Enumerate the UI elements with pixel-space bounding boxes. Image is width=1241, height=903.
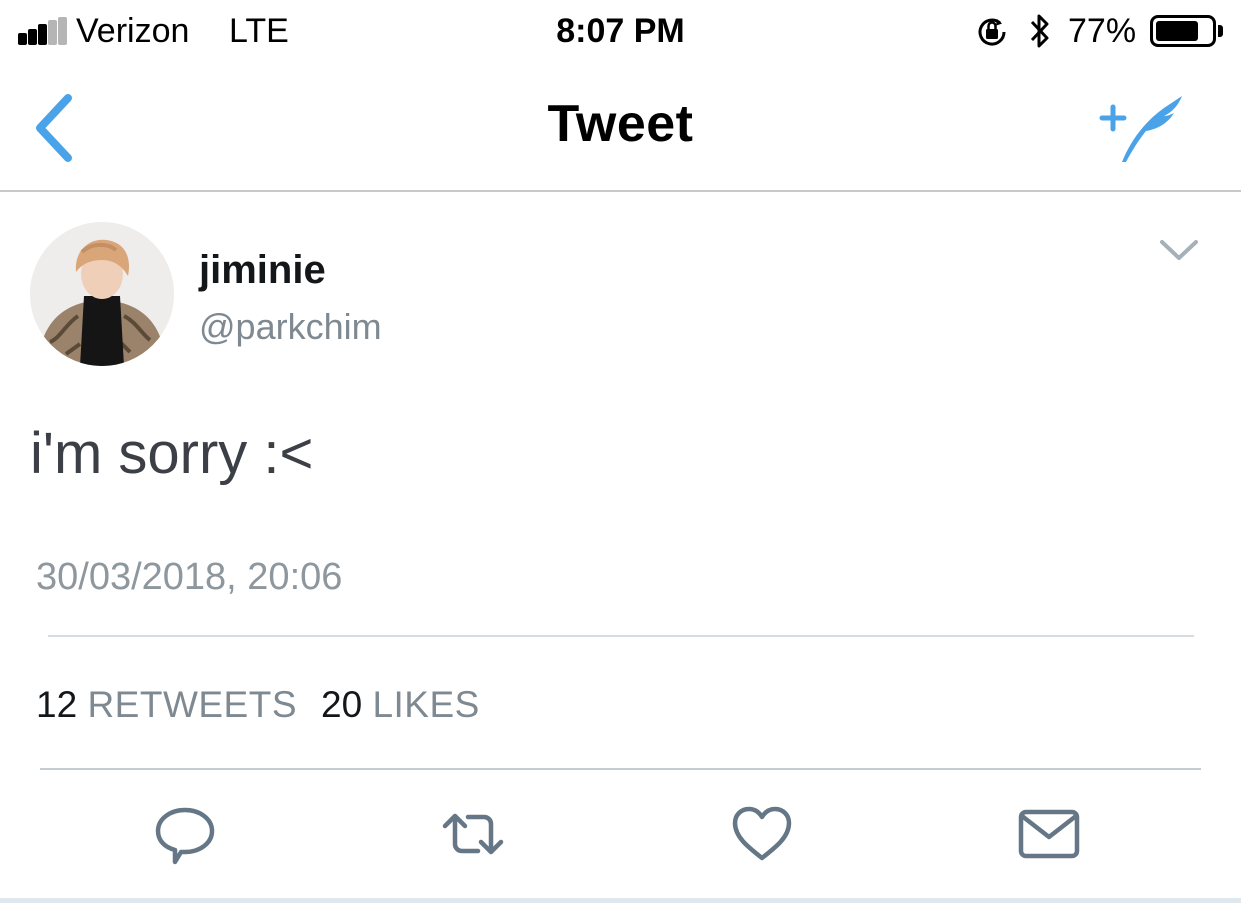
battery-percent: 77% (1068, 12, 1137, 50)
tweet-stats: 12 RETWEETS 20 LIKES (36, 684, 480, 726)
divider (48, 635, 1194, 637)
retweets-label: RETWEETS (87, 684, 297, 725)
like-button[interactable] (730, 802, 794, 866)
orientation-lock-icon (978, 18, 1006, 46)
status-bar: Verizon LTE 8:07 PM 77% (0, 0, 1241, 66)
avatar-photo (30, 222, 174, 366)
user-handle[interactable]: @parkchim (199, 306, 382, 348)
envelope-icon (1018, 809, 1080, 859)
nav-bar: Tweet (0, 66, 1241, 192)
bluetooth-icon (1030, 14, 1049, 48)
retweet-button[interactable] (441, 802, 505, 866)
tweet-timestamp: 30/03/2018, 20:06 (36, 556, 343, 598)
battery-tip (1218, 25, 1223, 37)
direct-message-button[interactable] (1017, 802, 1081, 866)
reply-button[interactable] (153, 802, 217, 866)
reply-bubble-icon (155, 807, 215, 865)
chevron-down-icon[interactable] (1158, 234, 1200, 264)
page-title: Tweet (547, 95, 694, 153)
display-name[interactable]: jiminie (199, 248, 326, 293)
likes-count: 20 (321, 684, 363, 725)
retweets-stat[interactable]: 12 RETWEETS (36, 684, 297, 725)
likes-label: LIKES (372, 684, 480, 725)
divider (40, 768, 1201, 770)
likes-stat[interactable]: 20 LIKES (321, 684, 480, 725)
avatar[interactable] (30, 222, 174, 366)
heart-icon (732, 806, 792, 861)
retweets-count: 12 (36, 684, 78, 725)
status-time: 8:07 PM (556, 12, 685, 50)
compose-feather-icon[interactable] (1092, 84, 1188, 164)
bottom-edge (0, 898, 1241, 903)
tweet-text: i'm sorry :< (30, 421, 314, 486)
battery-icon (1150, 15, 1216, 47)
retweet-icon (442, 813, 504, 855)
